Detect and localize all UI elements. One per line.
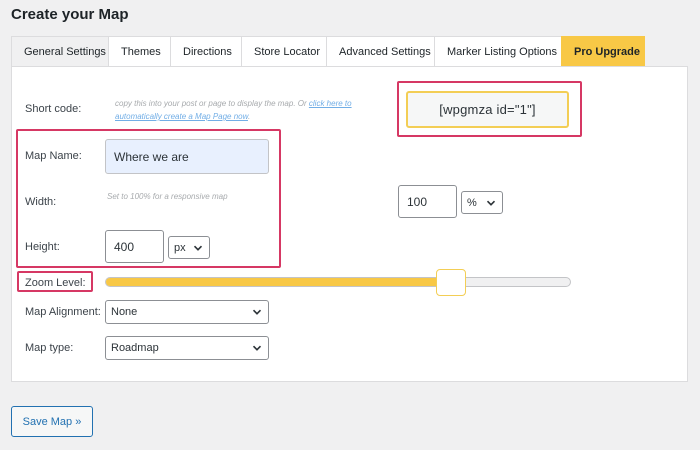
shortcode-hint: copy this into your post or page to disp… [115,97,385,123]
tab-directions[interactable]: Directions [170,36,241,67]
tab-general-settings[interactable]: General Settings [11,36,108,67]
chevron-down-icon [252,309,262,315]
width-unit-value: % [467,196,477,209]
shortcode-hint-text: copy this into your post or page to disp… [115,99,309,108]
tab-pro-upgrade[interactable]: Pro Upgrade [561,36,645,67]
shortcode-hint-suffix: . [247,112,251,121]
shortcode-label: Short code: [25,103,82,115]
map-alignment-label: Map Alignment: [25,306,101,318]
map-alignment-select[interactable]: None [105,300,269,324]
settings-tabs: General Settings Themes Directions Store… [11,36,645,67]
zoom-slider-handle[interactable] [436,269,467,296]
chevron-down-icon [486,200,496,206]
tab-marker-listing-options[interactable]: Marker Listing Options [434,36,561,67]
map-type-select[interactable]: Roadmap [105,336,269,360]
page-title: Create your Map [11,6,129,23]
zoom-label-highlight [17,271,93,292]
map-type-value: Roadmap [111,342,159,354]
zoom-slider-fill [106,278,453,286]
zoom-slider-track[interactable] [105,277,571,287]
width-unit-select[interactable]: % [461,191,503,214]
save-map-button[interactable]: Save Map » [11,406,93,437]
tab-themes[interactable]: Themes [108,36,170,67]
map-alignment-value: None [111,306,138,318]
tab-advanced-settings[interactable]: Advanced Settings [326,36,434,67]
chevron-down-icon [252,345,262,351]
width-input[interactable]: 100 [398,185,457,218]
dimensions-highlight [16,129,281,268]
map-type-label: Map type: [25,342,74,354]
tab-store-locator[interactable]: Store Locator [241,36,326,67]
shortcode-highlight [397,81,582,137]
